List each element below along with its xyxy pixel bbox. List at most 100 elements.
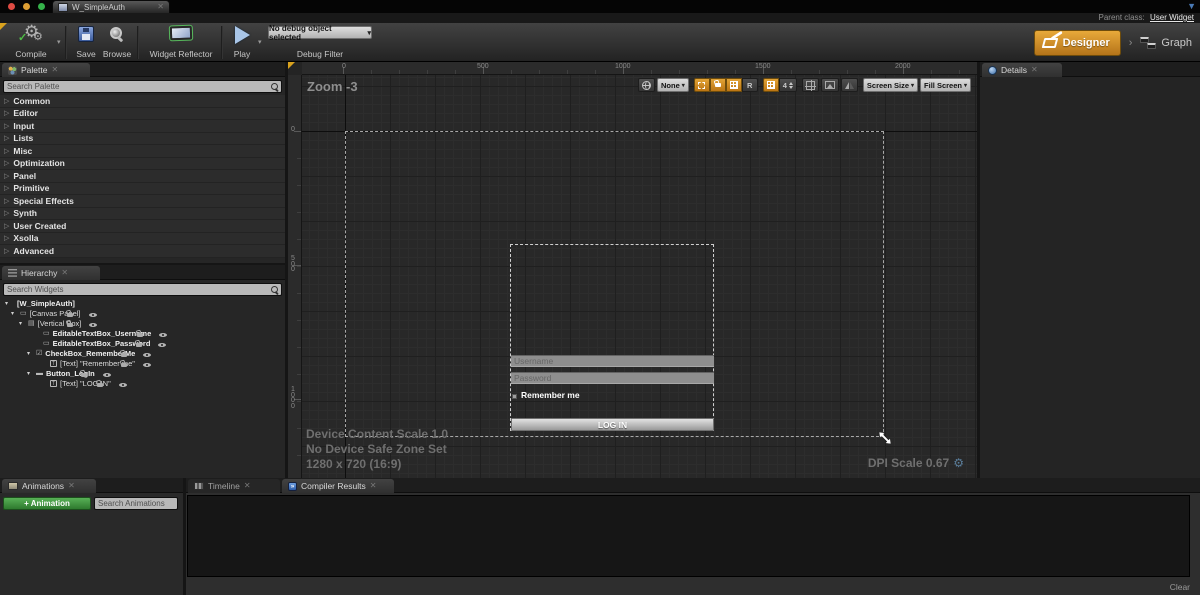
respect-locks-r-button[interactable]: R bbox=[742, 78, 758, 92]
grid-snapping-toggle[interactable] bbox=[763, 78, 779, 92]
hierarchy-tree-row[interactable]: ▾ ▬ Button_LogIn bbox=[0, 368, 285, 378]
visibility-eye-icon[interactable] bbox=[159, 331, 167, 338]
localization-preview-button[interactable] bbox=[638, 78, 655, 92]
palette-category-row[interactable]: ▷ Xsolla bbox=[0, 233, 285, 246]
close-tab-icon[interactable]: ✕ bbox=[1031, 66, 1038, 74]
close-tab-icon[interactable]: ✕ bbox=[61, 269, 68, 277]
palette-category-row[interactable]: ▷ Misc bbox=[0, 145, 285, 158]
play-button[interactable]: Play bbox=[229, 26, 255, 59]
tab-timeline[interactable]: Timeline ✕ bbox=[188, 479, 280, 493]
tab-compiler-results[interactable]: » Compiler Results ✕ bbox=[282, 479, 394, 493]
hierarchy-tree-row[interactable]: ▭ EditableTextBox_Password bbox=[0, 338, 285, 348]
expander-icon[interactable]: ▷ bbox=[4, 147, 9, 155]
close-tab-icon[interactable]: ✕ bbox=[68, 482, 75, 490]
palette-category-row[interactable]: ▷ Synth bbox=[0, 208, 285, 221]
visibility-eye-icon[interactable] bbox=[119, 381, 127, 388]
snap-size-stepper[interactable]: 4 bbox=[779, 78, 797, 92]
expander-icon[interactable]: ▷ bbox=[4, 184, 9, 192]
hierarchy-tree-row[interactable]: T [Text] "Remember me" bbox=[0, 358, 285, 368]
expander-icon[interactable]: ▾ bbox=[11, 310, 17, 317]
expander-icon[interactable]: ▷ bbox=[4, 209, 9, 217]
clear-log-button[interactable]: Clear bbox=[1170, 582, 1190, 592]
graph-mode-button[interactable]: Graph bbox=[1140, 37, 1192, 49]
expander-icon[interactable]: ▷ bbox=[4, 134, 9, 142]
palette-category-row[interactable]: ▷ Common bbox=[0, 95, 285, 108]
canvas-viewport[interactable]: Zoom -3 Username Password Remember me LO… bbox=[302, 75, 977, 478]
vertical-box-selection-outline[interactable] bbox=[510, 244, 714, 431]
widget-reflector-button[interactable]: Widget Reflector bbox=[145, 26, 217, 59]
close-tab-icon[interactable]: ✕ bbox=[157, 3, 164, 11]
visibility-eye-icon[interactable] bbox=[89, 321, 97, 328]
maximize-window-button[interactable] bbox=[38, 3, 45, 10]
expander-icon[interactable]: ▷ bbox=[4, 172, 9, 180]
visibility-eye-icon[interactable] bbox=[89, 311, 97, 318]
lock-icon[interactable] bbox=[121, 363, 127, 367]
splitter[interactable] bbox=[0, 263, 285, 265]
palette-category-row[interactable]: ▷ Lists bbox=[0, 133, 285, 146]
splitter[interactable] bbox=[285, 62, 288, 478]
palette-search-input[interactable] bbox=[4, 81, 270, 92]
visibility-eye-icon[interactable] bbox=[143, 351, 151, 358]
preview-culture-dropdown[interactable]: None ▾ bbox=[657, 78, 689, 92]
palette-category-row[interactable]: ▷ Optimization bbox=[0, 158, 285, 171]
visibility-eye-icon[interactable] bbox=[143, 361, 151, 368]
close-window-button[interactable] bbox=[8, 3, 15, 10]
lock-icon[interactable] bbox=[67, 313, 73, 317]
play-options-chevron-icon[interactable]: ▾ bbox=[258, 38, 262, 46]
expander-icon[interactable]: ▷ bbox=[4, 159, 9, 167]
expander-icon[interactable]: ▷ bbox=[4, 234, 9, 242]
expander-icon[interactable]: ▾ bbox=[27, 370, 33, 377]
password-textbox[interactable]: Password bbox=[511, 372, 714, 384]
hierarchy-tree-row[interactable]: ▾ ☑ CheckBox_RememberMe bbox=[0, 348, 285, 358]
expander-icon[interactable]: ▾ bbox=[19, 320, 25, 327]
dpi-settings-gear-icon[interactable]: ⚙ bbox=[953, 456, 964, 470]
tab-details[interactable]: Details ✕ bbox=[982, 63, 1062, 77]
hierarchy-tree-row[interactable]: ▾ [W_SimpleAuth] bbox=[0, 298, 285, 308]
splitter[interactable] bbox=[183, 478, 186, 595]
parent-class-link[interactable]: User Widget bbox=[1150, 13, 1194, 22]
close-tab-icon[interactable]: ✕ bbox=[370, 482, 377, 490]
save-button[interactable]: Save bbox=[73, 26, 99, 59]
expander-icon[interactable]: ▷ bbox=[4, 109, 9, 117]
palette-category-row[interactable]: ▷ Primitive bbox=[0, 183, 285, 196]
palette-category-row[interactable]: ▷ Special Effects bbox=[0, 195, 285, 208]
expander-icon[interactable]: ▷ bbox=[4, 247, 9, 255]
flip-preview-button[interactable] bbox=[841, 78, 858, 92]
palette-category-row[interactable]: ▷ User Created bbox=[0, 220, 285, 233]
expander-icon[interactable]: ▾ bbox=[27, 350, 33, 357]
hierarchy-search-input[interactable] bbox=[4, 284, 270, 295]
window-menu-icon[interactable]: ▼ bbox=[1187, 1, 1196, 11]
tab-palette[interactable]: Palette ✕ bbox=[2, 63, 90, 77]
widget-alignment-button[interactable] bbox=[802, 78, 819, 92]
hierarchy-tree-row[interactable]: ▾ ▭ [Canvas Panel] bbox=[0, 308, 285, 318]
expander-icon[interactable]: ▷ bbox=[4, 197, 9, 205]
tab-animations[interactable]: Animations ✕ bbox=[2, 479, 96, 493]
hierarchy-tree-row[interactable]: ▭ EditableTextBox_Username bbox=[0, 328, 285, 338]
compile-button[interactable]: ⚙⚙✓ Compile bbox=[8, 26, 54, 59]
expander-icon[interactable]: ▾ bbox=[5, 300, 11, 307]
hierarchy-tree-row[interactable]: T [Text] "LOG IN" bbox=[0, 378, 285, 388]
close-tab-icon[interactable]: ✕ bbox=[51, 66, 58, 74]
remember-me-checkbox[interactable] bbox=[512, 394, 517, 399]
minimize-window-button[interactable] bbox=[23, 3, 30, 10]
preview-background-button[interactable] bbox=[821, 78, 839, 92]
lock-widgets-toggle[interactable] bbox=[710, 78, 726, 92]
lock-icon[interactable] bbox=[121, 353, 127, 357]
respect-locks-toggle[interactable] bbox=[726, 78, 742, 92]
designer-mode-button[interactable]: Designer bbox=[1034, 30, 1121, 56]
palette-category-row[interactable]: ▷ Panel bbox=[0, 170, 285, 183]
lock-icon[interactable] bbox=[97, 383, 103, 387]
palette-category-row[interactable]: ▷ Editor bbox=[0, 108, 285, 121]
screen-size-dropdown[interactable]: Screen Size ▾ bbox=[863, 78, 918, 92]
browse-button[interactable]: Browse bbox=[101, 26, 133, 59]
lock-icon[interactable] bbox=[67, 323, 73, 327]
visibility-eye-icon[interactable] bbox=[158, 341, 166, 348]
compiler-results-log[interactable] bbox=[187, 495, 1190, 577]
expander-icon[interactable]: ▷ bbox=[4, 222, 9, 230]
hierarchy-tree-row[interactable]: ▾ ▤ [Vertical Box] bbox=[0, 318, 285, 328]
lock-icon[interactable] bbox=[136, 343, 142, 347]
compile-options-chevron-icon[interactable]: ▾ bbox=[57, 38, 61, 46]
fill-screen-dropdown[interactable]: Fill Screen ▾ bbox=[920, 78, 971, 92]
lock-icon[interactable] bbox=[81, 373, 87, 377]
tab-hierarchy[interactable]: Hierarchy ✕ bbox=[2, 266, 100, 280]
